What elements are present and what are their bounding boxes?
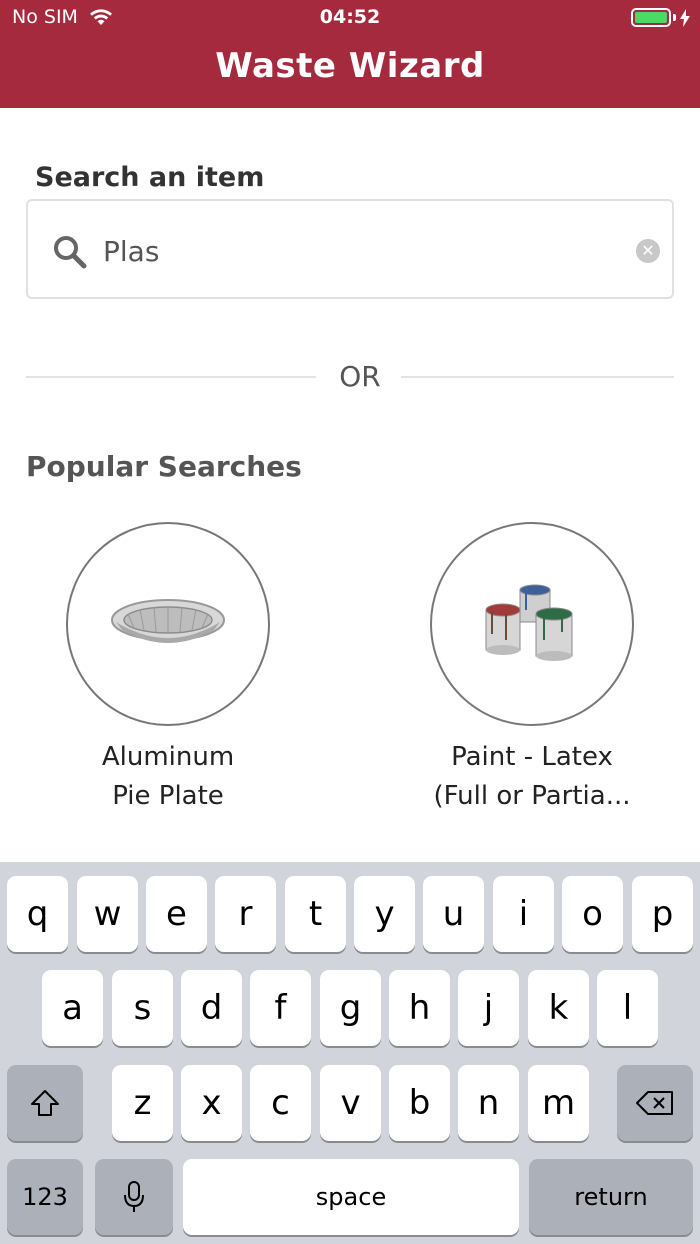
key-f[interactable]: f [250, 970, 311, 1046]
status-time: 04:52 [319, 6, 381, 28]
or-divider-text: OR [339, 360, 381, 393]
key-l[interactable]: l [597, 970, 658, 1046]
popular-item-paint-latex[interactable]: Paint - Latex (Full or Partia... [422, 522, 642, 816]
battery-icon [631, 8, 690, 27]
numbers-key[interactable]: 123 [7, 1159, 83, 1235]
clear-search-icon[interactable]: ✕ [636, 239, 660, 263]
key-d[interactable]: d [181, 970, 242, 1046]
key-q[interactable]: q [7, 876, 68, 952]
key-a[interactable]: a [42, 970, 103, 1046]
key-c[interactable]: c [250, 1065, 311, 1141]
key-p[interactable]: p [632, 876, 693, 952]
key-n[interactable]: n [458, 1065, 519, 1141]
key-r[interactable]: r [215, 876, 276, 952]
popular-searches-title: Popular Searches [26, 450, 302, 483]
app-header: No SIM 04:52 Waste Wizard [0, 0, 700, 108]
caption-line-1: Paint - Latex [451, 742, 613, 772]
charging-bolt-icon [680, 8, 690, 27]
key-t[interactable]: t [285, 876, 346, 952]
key-x[interactable]: x [181, 1065, 242, 1141]
key-g[interactable]: g [320, 970, 381, 1046]
space-key[interactable]: space [183, 1159, 519, 1235]
key-s[interactable]: s [112, 970, 173, 1046]
popular-item-image-circle[interactable] [430, 522, 634, 726]
key-k[interactable]: k [528, 970, 589, 1046]
dictation-key[interactable] [95, 1159, 173, 1235]
caption-line-1: Aluminum [101, 742, 235, 772]
shift-icon [31, 1090, 59, 1116]
caption-line-2: (Full or Partia... [433, 781, 631, 811]
paint-cans-image [485, 584, 573, 661]
search-input[interactable] [103, 229, 623, 273]
search-icon [54, 236, 87, 269]
key-w[interactable]: w [77, 876, 138, 952]
key-h[interactable]: h [389, 970, 450, 1046]
microphone-icon [124, 1181, 144, 1212]
on-screen-keyboard: q w e r t y u i o p a s d f g h j k l z … [0, 862, 700, 1244]
pie-plate-image [111, 599, 225, 643]
popular-item-image-circle[interactable] [66, 522, 270, 726]
popular-item-caption: Aluminum Pie Plate [58, 738, 278, 816]
backspace-key[interactable] [617, 1065, 693, 1141]
search-label: Search an item [35, 162, 265, 193]
key-i[interactable]: i [493, 876, 554, 952]
backspace-icon [636, 1091, 673, 1115]
page-title: Waste Wizard [215, 46, 485, 86]
key-u[interactable]: u [423, 876, 484, 952]
key-m[interactable]: m [528, 1065, 589, 1141]
popular-item-aluminum-pie-plate[interactable]: Aluminum Pie Plate [58, 522, 278, 816]
key-j[interactable]: j [458, 970, 519, 1046]
shift-key[interactable] [7, 1065, 83, 1141]
key-y[interactable]: y [354, 876, 415, 952]
key-b[interactable]: b [389, 1065, 450, 1141]
key-o[interactable]: o [562, 876, 623, 952]
key-v[interactable]: v [320, 1065, 381, 1141]
divider-line-left [26, 376, 316, 378]
key-e[interactable]: e [146, 876, 207, 952]
key-z[interactable]: z [112, 1065, 173, 1141]
return-key[interactable]: return [529, 1159, 693, 1235]
caption-line-2: Pie Plate [112, 781, 224, 811]
divider-line-right [401, 376, 674, 378]
popular-item-caption: Paint - Latex (Full or Partia... [422, 738, 642, 816]
search-field[interactable]: ✕ [26, 199, 674, 299]
